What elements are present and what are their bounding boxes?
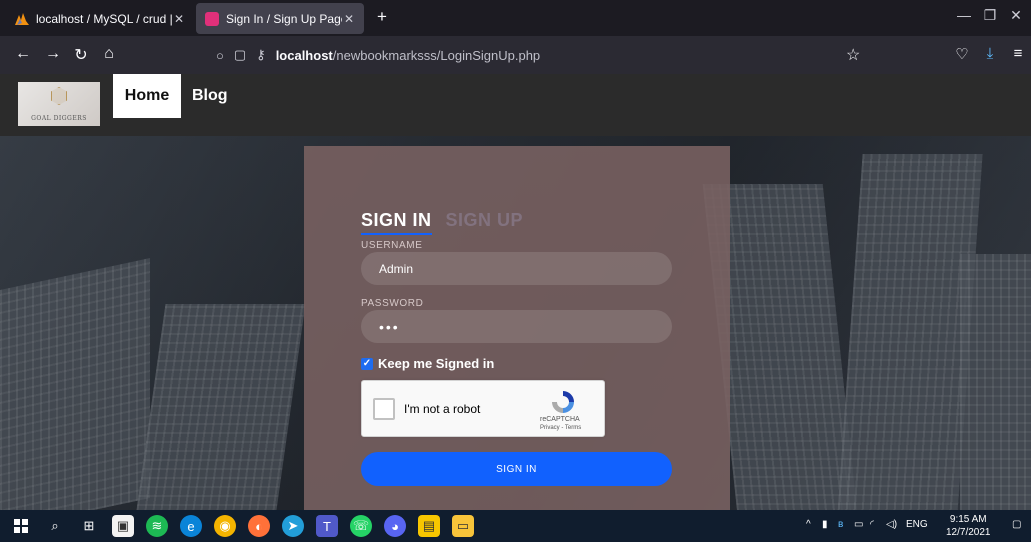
notification-icon[interactable]: ▢ xyxy=(1012,519,1021,530)
tab-sign-up[interactable]: SIGN UP xyxy=(446,210,524,235)
recaptcha-checkbox[interactable] xyxy=(373,398,395,420)
clock-date: 12/7/2021 xyxy=(946,527,991,538)
tab-signin-page[interactable]: Sign In / Sign Up Page ✕ xyxy=(196,3,364,34)
password-input[interactable]: ••• xyxy=(361,310,672,343)
site-header: GOAL DIGGERS Home Blog xyxy=(0,74,1031,136)
checkmark-icon: ✓ xyxy=(361,357,373,370)
recaptcha-links[interactable]: Privacy - Terms xyxy=(540,425,581,431)
recaptcha-brand: reCAPTCHA xyxy=(540,416,580,423)
sticky-notes-icon[interactable]: ▤ xyxy=(418,515,440,537)
background-building xyxy=(0,258,150,510)
nav-home-link[interactable]: Home xyxy=(113,74,181,118)
tray-usb-icon[interactable]: ▮ xyxy=(822,519,828,530)
recaptcha-widget: I'm not a robot reCAPTCHA Privacy - Term… xyxy=(361,380,605,437)
battery-icon[interactable]: ▭ xyxy=(854,519,863,530)
volume-icon[interactable]: ◁) xyxy=(886,519,897,530)
login-card: SIGN IN SIGN UP USERNAME Admin PASSWORD … xyxy=(304,146,730,510)
keep-signed-in-checkbox[interactable]: ✓ Keep me Signed in xyxy=(361,356,494,371)
browser-navbar: ← → ↻ ⌂ ○ ▢ ⚷ localhost/newbookmarksss/L… xyxy=(0,36,1031,74)
menu-icon[interactable]: ≡ xyxy=(1008,45,1028,62)
page-viewport: GOAL DIGGERS Home Blog SIGN IN SIGN UP U… xyxy=(0,74,1031,510)
nav-blog-link[interactable]: Blog xyxy=(192,74,228,118)
whatsapp-icon[interactable]: ☏ xyxy=(350,515,372,537)
password-label: PASSWORD xyxy=(361,298,424,309)
back-arrow-icon[interactable]: ← xyxy=(12,45,34,63)
url-bar[interactable]: ○ ▢ ⚷ localhost/newbookmarksss/LoginSign… xyxy=(204,40,884,70)
tab-title: localhost / MySQL / crud | phpM xyxy=(36,11,172,26)
reload-icon[interactable]: ↻ xyxy=(70,45,92,65)
logo-text: GOAL DIGGERS xyxy=(31,115,87,122)
search-icon[interactable]: ⌕ xyxy=(44,515,66,537)
recaptcha-text: I'm not a robot xyxy=(404,402,481,416)
tab-phpmyadmin[interactable]: localhost / MySQL / crud | phpM ✕ xyxy=(6,3,194,34)
restore-icon[interactable]: ❐ xyxy=(980,7,1000,24)
minimize-icon[interactable]: — xyxy=(954,7,974,23)
tray-chevron-icon[interactable]: ^ xyxy=(806,519,811,530)
telegram-icon[interactable]: ➤ xyxy=(282,515,304,537)
wifi-icon[interactable]: ◜ xyxy=(870,519,874,530)
phpmyadmin-icon xyxy=(14,11,30,27)
home-icon[interactable]: ⌂ xyxy=(98,45,120,63)
chrome-icon[interactable]: ◉ xyxy=(214,515,236,537)
close-icon[interactable]: ✕ xyxy=(172,12,186,26)
browser-tabstrip: localhost / MySQL / crud | phpM ✕ Sign I… xyxy=(0,0,1031,36)
close-icon[interactable]: ✕ xyxy=(342,12,356,26)
firefox-icon[interactable]: ◐ xyxy=(248,515,270,537)
windows-taskbar: ⌕ ⊞ ▣ ≋ e ◉ ◐ ➤ T ☏ ◕ ▤ ▭ ^ ▮ ʙ ▭ ◜ ◁) E… xyxy=(0,510,1031,542)
keep-signed-in-label: Keep me Signed in xyxy=(378,356,495,371)
logo-hexagon-icon xyxy=(51,87,67,105)
tab-title: Sign In / Sign Up Page xyxy=(226,11,342,26)
background-building xyxy=(134,304,306,510)
task-view-icon[interactable]: ⊞ xyxy=(78,515,100,537)
edge-icon[interactable]: e xyxy=(180,515,202,537)
new-tab-plus-icon[interactable]: + xyxy=(372,7,392,27)
file-explorer-icon[interactable]: ▭ xyxy=(452,515,474,537)
site-logo[interactable]: GOAL DIGGERS xyxy=(18,82,100,126)
discord-icon[interactable]: ◕ xyxy=(384,515,406,537)
bluetooth-icon[interactable]: ʙ xyxy=(838,519,843,530)
recaptcha-logo-icon xyxy=(552,391,574,413)
pocket-icon[interactable]: ♡ xyxy=(952,45,972,63)
download-icon[interactable]: ⤓ xyxy=(980,45,1000,62)
page-info-icon[interactable]: ▢ xyxy=(234,47,246,63)
forward-arrow-icon[interactable]: → xyxy=(42,45,64,63)
clock-time: 9:15 AM xyxy=(949,514,987,525)
auth-tabs: SIGN IN SIGN UP xyxy=(361,210,523,235)
username-input[interactable]: Admin xyxy=(361,252,672,285)
bookmark-star-icon[interactable]: ☆ xyxy=(846,45,860,65)
background-building xyxy=(960,254,1031,510)
url-path: /newbookmarksss/LoginSignUp.php xyxy=(332,47,541,63)
close-window-icon[interactable]: ✕ xyxy=(1006,7,1026,24)
teams-icon[interactable]: T xyxy=(316,515,338,537)
shield-icon[interactable]: ○ xyxy=(216,48,224,63)
windows-start-icon[interactable] xyxy=(10,515,32,537)
sign-in-button[interactable]: SIGN IN xyxy=(361,452,672,486)
spotify-icon[interactable]: ≋ xyxy=(146,515,168,537)
url-host: localhost xyxy=(275,47,333,63)
language-indicator[interactable]: ENG xyxy=(906,519,928,530)
key-icon[interactable]: ⚷ xyxy=(256,47,266,63)
store-icon[interactable]: ▣ xyxy=(112,515,134,537)
tab-sign-in[interactable]: SIGN IN xyxy=(361,210,432,235)
system-clock[interactable]: 9:15 AM 12/7/2021 xyxy=(946,513,991,539)
page-favicon-icon xyxy=(204,11,220,27)
username-label: USERNAME xyxy=(361,240,423,251)
